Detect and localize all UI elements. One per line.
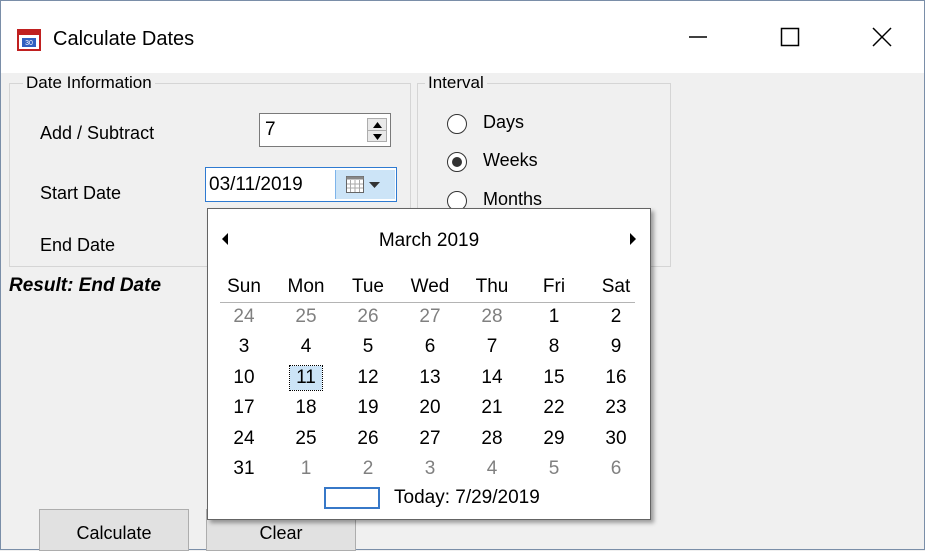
weekday-divider: [220, 302, 635, 303]
radio-weeks-label[interactable]: Weeks: [483, 149, 538, 171]
calendar-day[interactable]: 6: [400, 335, 460, 359]
arrow-up-icon: [372, 121, 382, 128]
calendar-day[interactable]: 7: [462, 335, 522, 359]
today-link[interactable]: Today: 7/29/2019: [394, 486, 540, 510]
weekday-label: Thu: [475, 276, 509, 297]
radio-weeks-circle[interactable]: [447, 152, 467, 172]
month-calendar-popup: March 2019 Sun Mon Tue Wed Thu Fri Sat 2…: [207, 208, 651, 520]
calendar-day[interactable]: 9: [586, 335, 646, 359]
calendar-day[interactable]: 1: [276, 457, 336, 481]
calendar-day[interactable]: 26: [338, 305, 398, 329]
calendar-day[interactable]: 2: [338, 457, 398, 481]
calendar-day[interactable]: 27: [400, 427, 460, 451]
calendar-day[interactable]: 3: [214, 335, 274, 359]
chevron-down-icon: [369, 182, 380, 188]
weekday-label: Wed: [410, 276, 450, 297]
calendar-day[interactable]: 10: [214, 366, 274, 390]
calendar-day[interactable]: 20: [400, 396, 460, 420]
today-indicator: [324, 487, 380, 509]
calendar-day[interactable]: 24: [214, 427, 274, 451]
radio-checked-dot: [452, 157, 462, 167]
interval-label: Interval: [425, 73, 487, 93]
add-subtract-label: Add / Subtract: [40, 123, 155, 143]
result-label: Result: End Date: [9, 275, 162, 296]
weekday-label: Sun: [227, 276, 261, 297]
calculate-dates-window: 30 Calculate Dates Date Information Add …: [0, 0, 925, 551]
radio-months-label[interactable]: Months: [483, 188, 542, 210]
weekday-label: Fri: [542, 276, 566, 297]
calendar-day[interactable]: 19: [338, 396, 398, 420]
add-subtract-stepper[interactable]: 7: [259, 113, 391, 147]
calendar-day[interactable]: 22: [524, 396, 584, 420]
start-date-value[interactable]: 03/11/2019: [209, 173, 303, 197]
close-button[interactable]: [836, 1, 925, 73]
calculate-button[interactable]: Calculate: [39, 509, 189, 551]
radio-days-label[interactable]: Days: [483, 111, 524, 133]
next-month-icon[interactable]: [630, 233, 636, 245]
svg-text:30: 30: [25, 40, 33, 47]
calendar-day[interactable]: 24: [214, 305, 274, 329]
close-icon: [872, 27, 892, 47]
calendar-day[interactable]: 3: [400, 457, 460, 481]
calendar-day[interactable]: 21: [462, 396, 522, 420]
calendar-day[interactable]: 31: [214, 457, 274, 481]
calendar-day[interactable]: 17: [214, 396, 274, 420]
calendar-day-selected[interactable]: 11: [276, 365, 336, 391]
calendar-day[interactable]: 14: [462, 366, 522, 390]
calendar-day[interactable]: 25: [276, 305, 336, 329]
calendar-dropdown-button[interactable]: [335, 170, 395, 199]
window-title: Calculate Dates: [53, 28, 195, 50]
weekday-label: Mon: [287, 276, 325, 297]
calendar-day[interactable]: 26: [338, 427, 398, 451]
end-date-label: End Date: [40, 235, 116, 255]
arrow-down-icon: [372, 133, 382, 140]
calendar-app-icon: 30: [17, 29, 41, 51]
calendar-day[interactable]: 6: [586, 457, 646, 481]
calendar-day[interactable]: 29: [524, 427, 584, 451]
minimize-icon: [689, 36, 707, 38]
date-information-label: Date Information: [23, 73, 155, 93]
calendar-month-title[interactable]: March 2019: [208, 229, 650, 253]
start-date-label: Start Date: [40, 183, 122, 203]
calendar-day[interactable]: 5: [524, 457, 584, 481]
calendar-day[interactable]: 30: [586, 427, 646, 451]
calendar-day[interactable]: 5: [338, 335, 398, 359]
add-subtract-value[interactable]: 7: [265, 118, 276, 142]
calendar-day[interactable]: 23: [586, 396, 646, 420]
maximize-icon: [780, 27, 800, 47]
calendar-day[interactable]: 25: [276, 427, 336, 451]
spin-down-button[interactable]: [368, 130, 386, 142]
start-date-picker[interactable]: 03/11/2019: [205, 167, 397, 202]
calendar-day[interactable]: 8: [524, 335, 584, 359]
spin-up-button[interactable]: [368, 119, 386, 130]
calendar-day[interactable]: 2: [586, 305, 646, 329]
calendar-day[interactable]: 4: [276, 335, 336, 359]
calendar-icon: [346, 176, 364, 193]
minimize-button[interactable]: [652, 1, 744, 73]
calendar-day[interactable]: 15: [524, 366, 584, 390]
calendar-day[interactable]: 27: [400, 305, 460, 329]
calendar-day[interactable]: 1: [524, 305, 584, 329]
maximize-button[interactable]: [744, 1, 836, 73]
radio-days-circle[interactable]: [447, 114, 467, 134]
calendar-day[interactable]: 4: [462, 457, 522, 481]
calendar-day[interactable]: 13: [400, 366, 460, 390]
calendar-day[interactable]: 12: [338, 366, 398, 390]
weekday-label: Tue: [351, 276, 385, 297]
calendar-day[interactable]: 18: [276, 396, 336, 420]
title-bar[interactable]: 30 Calculate Dates: [1, 1, 924, 73]
spin-buttons[interactable]: [367, 118, 387, 142]
weekday-label: Sat: [601, 276, 631, 297]
calendar-day[interactable]: 16: [586, 366, 646, 390]
calendar-day[interactable]: 28: [462, 427, 522, 451]
calendar-day[interactable]: 28: [462, 305, 522, 329]
